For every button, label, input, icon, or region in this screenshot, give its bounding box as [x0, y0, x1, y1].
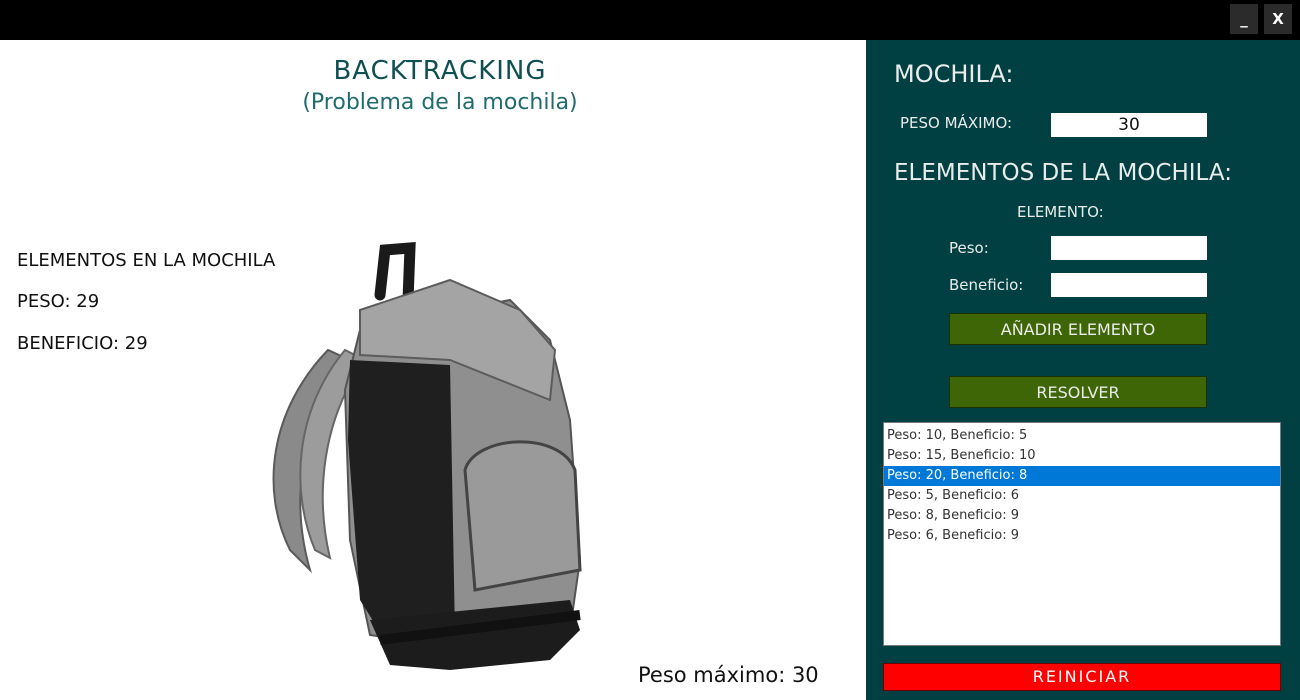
elements-in-bag-heading: ELEMENTOS EN LA MOCHILA	[17, 250, 276, 271]
max-weight-input[interactable]	[1051, 113, 1207, 137]
weight-input[interactable]	[1051, 236, 1207, 260]
max-weight-caption: Peso máximo: 30	[638, 663, 819, 687]
list-item-selected[interactable]: Peso: 20, Beneficio: 8	[884, 466, 1280, 486]
benefit-input[interactable]	[1051, 273, 1207, 297]
add-item-button[interactable]: AÑADIR ELEMENTO	[949, 313, 1207, 345]
list-item[interactable]: Peso: 15, Beneficio: 10	[884, 446, 1280, 466]
items-list[interactable]: Peso: 10, Beneficio: 5 Peso: 15, Benefic…	[883, 422, 1281, 646]
element-label: ELEMENTO:	[1017, 203, 1104, 221]
panel-heading: MOCHILA:	[894, 60, 1014, 88]
total-benefit-text: BENEFICIO: 29	[17, 333, 148, 354]
close-button[interactable]: X	[1264, 4, 1292, 34]
benefit-label: Beneficio:	[949, 276, 1024, 294]
page-subtitle: (Problema de la mochila)	[302, 90, 578, 115]
list-item[interactable]: Peso: 8, Beneficio: 9	[884, 506, 1280, 526]
list-item[interactable]: Peso: 5, Beneficio: 6	[884, 486, 1280, 506]
items-heading: ELEMENTOS DE LA MOCHILA:	[894, 160, 1232, 186]
main-area: BACKTRACKING (Problema de la mochila) EL…	[0, 40, 866, 700]
total-weight-text: PESO: 29	[17, 291, 100, 312]
weight-label: Peso:	[949, 239, 989, 257]
title-bar: _ X	[0, 0, 1300, 40]
control-panel: MOCHILA: PESO MÁXIMO: ELEMENTOS DE LA MO…	[866, 40, 1300, 700]
list-item[interactable]: Peso: 6, Beneficio: 9	[884, 526, 1280, 546]
reset-button[interactable]: REINICIAR	[883, 663, 1281, 691]
solve-button[interactable]: RESOLVER	[949, 376, 1207, 408]
page-title: BACKTRACKING	[333, 56, 547, 86]
list-item[interactable]: Peso: 10, Beneficio: 5	[884, 426, 1280, 446]
minimize-button[interactable]: _	[1230, 4, 1258, 34]
max-weight-label: PESO MÁXIMO:	[900, 114, 1013, 132]
backpack-image	[272, 242, 582, 670]
